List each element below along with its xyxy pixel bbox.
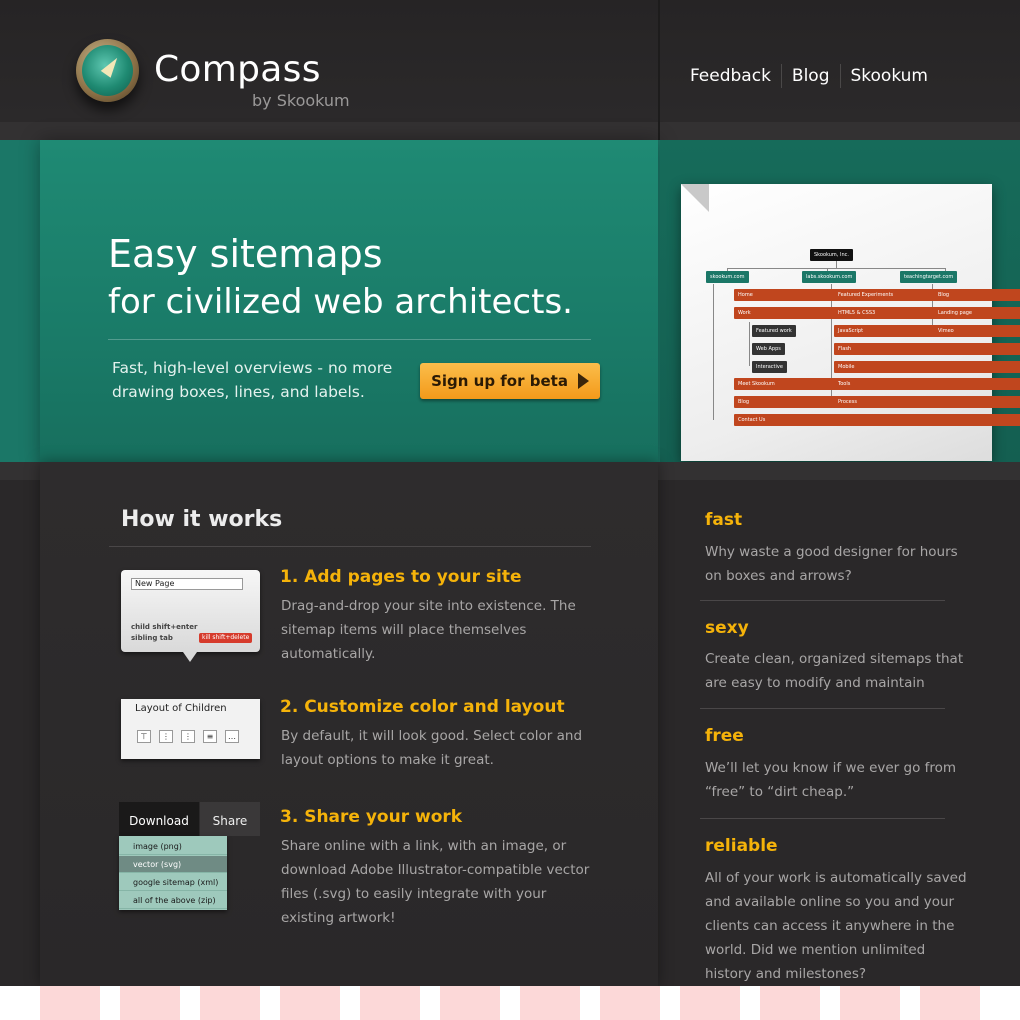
- how-divider: [109, 546, 591, 547]
- sitemap-preview-image: Skookum, Inc. skookum.com labs.skookum.c…: [681, 184, 1020, 461]
- layout-more-icon: …: [225, 730, 239, 743]
- step-2-title: 2. Customize color and layout: [280, 697, 565, 717]
- sitemap-node: Process: [834, 396, 1020, 408]
- hero-description: Fast, high-level overviews - no more dra…: [112, 359, 393, 401]
- sitemap-node: Mobile: [834, 361, 1020, 373]
- header: Compass by Skookum Feedback Blog Skookum: [0, 0, 1020, 140]
- sibling-shortcut-hint: sibling tab: [131, 634, 173, 642]
- download-tab: Download: [119, 802, 199, 836]
- compass-face: [82, 45, 133, 96]
- brand-subtitle: by Skookum: [252, 91, 350, 110]
- sitemap-node: Blog: [934, 289, 1020, 301]
- step-1-title: 1. Add pages to your site: [280, 567, 522, 587]
- footer-block: [600, 986, 660, 1020]
- hero: Easy sitemaps for civilized web architec…: [0, 140, 1020, 462]
- footer-block: [760, 986, 820, 1020]
- footer-block: [440, 986, 500, 1020]
- footer-block: [280, 986, 340, 1020]
- layout-vertical-icon: ⋮: [159, 730, 173, 743]
- hero-headline: Easy sitemaps: [108, 232, 383, 276]
- footer-block: [40, 986, 100, 1020]
- layout-horizontal-icon: ⊤: [137, 730, 151, 743]
- sitemap-node: Skookum, Inc.: [810, 249, 853, 261]
- footer-block: [120, 986, 180, 1020]
- download-option: vector (svg): [119, 856, 227, 873]
- hero-subheadline: for civilized web architects.: [108, 282, 573, 322]
- feature-divider: [700, 708, 945, 709]
- sitemap-node: Web Apps: [752, 343, 785, 355]
- sitemap-node: teachingtarget.com: [900, 271, 958, 283]
- sitemap-node: Featured work: [752, 325, 796, 337]
- footer-block: [840, 986, 900, 1020]
- hero-divider: [108, 339, 591, 340]
- child-shortcut-hint: child shift+enter: [131, 623, 198, 631]
- how-it-works-heading: How it works: [121, 507, 283, 532]
- download-menu: image (png) vector (svg) google sitemap …: [119, 836, 227, 910]
- feature-reliable-text: All of your work is automatically saved …: [705, 870, 967, 982]
- footer-block: [920, 986, 980, 1020]
- feature-divider: [700, 600, 945, 601]
- add-page-thumbnail: New Page child shift+enter sibling tab k…: [121, 570, 260, 652]
- compass-logo-icon[interactable]: [76, 39, 139, 102]
- nav-feedback-link[interactable]: Feedback: [680, 66, 781, 86]
- layout-indent-icon: ⋮: [181, 730, 195, 743]
- sitemap-node: Interactive: [752, 361, 787, 373]
- footer-block: [360, 986, 420, 1020]
- sitemap-node: labs.skookum.com: [802, 271, 857, 283]
- layout-thumbnail: Layout of Children ⊤ ⋮ ⋮ ≡ …: [121, 699, 260, 759]
- tree-line: [749, 322, 750, 366]
- footer-block: [680, 986, 740, 1020]
- signup-beta-button[interactable]: Sign up for beta: [420, 363, 600, 399]
- download-option: image (png): [119, 838, 227, 855]
- sitemap-node: skookum.com: [706, 271, 749, 283]
- page: Compass by Skookum Feedback Blog Skookum…: [0, 0, 1020, 986]
- feature-fast-text: Why waste a good designer for hours on b…: [705, 544, 958, 584]
- feature-free-text: We’ll let you know if we ever go from “f…: [705, 760, 957, 800]
- feature-divider: [700, 818, 945, 819]
- compass-needle-icon: [100, 53, 122, 78]
- footer-block: [200, 986, 260, 1020]
- tooltip-tail: [183, 652, 197, 662]
- page-curl: [681, 184, 709, 212]
- tree-line: [727, 268, 945, 269]
- feature-sexy-text: Create clean, organized sitemaps that ar…: [705, 651, 964, 691]
- footer-block: [520, 986, 580, 1020]
- nav-blog-link[interactable]: Blog: [782, 66, 840, 86]
- header-divider: [658, 0, 660, 140]
- feature-fast-title: fast: [705, 510, 743, 530]
- nav-skookum-link[interactable]: Skookum: [841, 66, 939, 86]
- sitemap-node: Tools: [834, 378, 1020, 390]
- step-2-text: By default, it will look good. Select co…: [281, 728, 583, 768]
- tree-line: [836, 260, 837, 268]
- arrow-right-icon: [577, 373, 589, 389]
- sitemap-node: Flash: [834, 343, 1020, 355]
- kill-shortcut-badge: kill shift+delete: [199, 633, 253, 643]
- tree-line: [713, 284, 714, 420]
- top-nav: Feedback Blog Skookum: [680, 64, 938, 88]
- new-page-field: New Page: [131, 578, 243, 590]
- feature-sexy-title: sexy: [705, 618, 749, 638]
- signup-button-label: Sign up for beta: [431, 372, 568, 390]
- brand-title[interactable]: Compass: [154, 49, 321, 90]
- step-1-text: Drag-and-drop your site into existence. …: [281, 598, 576, 662]
- step-3-title: 3. Share your work: [280, 807, 463, 827]
- step-3-text: Share online with a link, with an image,…: [281, 838, 590, 926]
- sitemap-node: Contact Us: [734, 414, 1020, 426]
- header-band: [0, 122, 1020, 140]
- download-option: google sitemap (xml): [119, 874, 227, 891]
- sitemap-node: Landing page: [934, 307, 1020, 319]
- feature-free-title: free: [705, 726, 744, 746]
- sitemap-node: Vimeo: [934, 325, 1020, 337]
- layout-of-children-label: Layout of Children: [135, 703, 227, 714]
- feature-reliable-title: reliable: [705, 836, 778, 856]
- layout-list-icon: ≡: [203, 730, 217, 743]
- share-tab: Share: [200, 802, 260, 836]
- download-option: all of the above (zip): [119, 892, 227, 909]
